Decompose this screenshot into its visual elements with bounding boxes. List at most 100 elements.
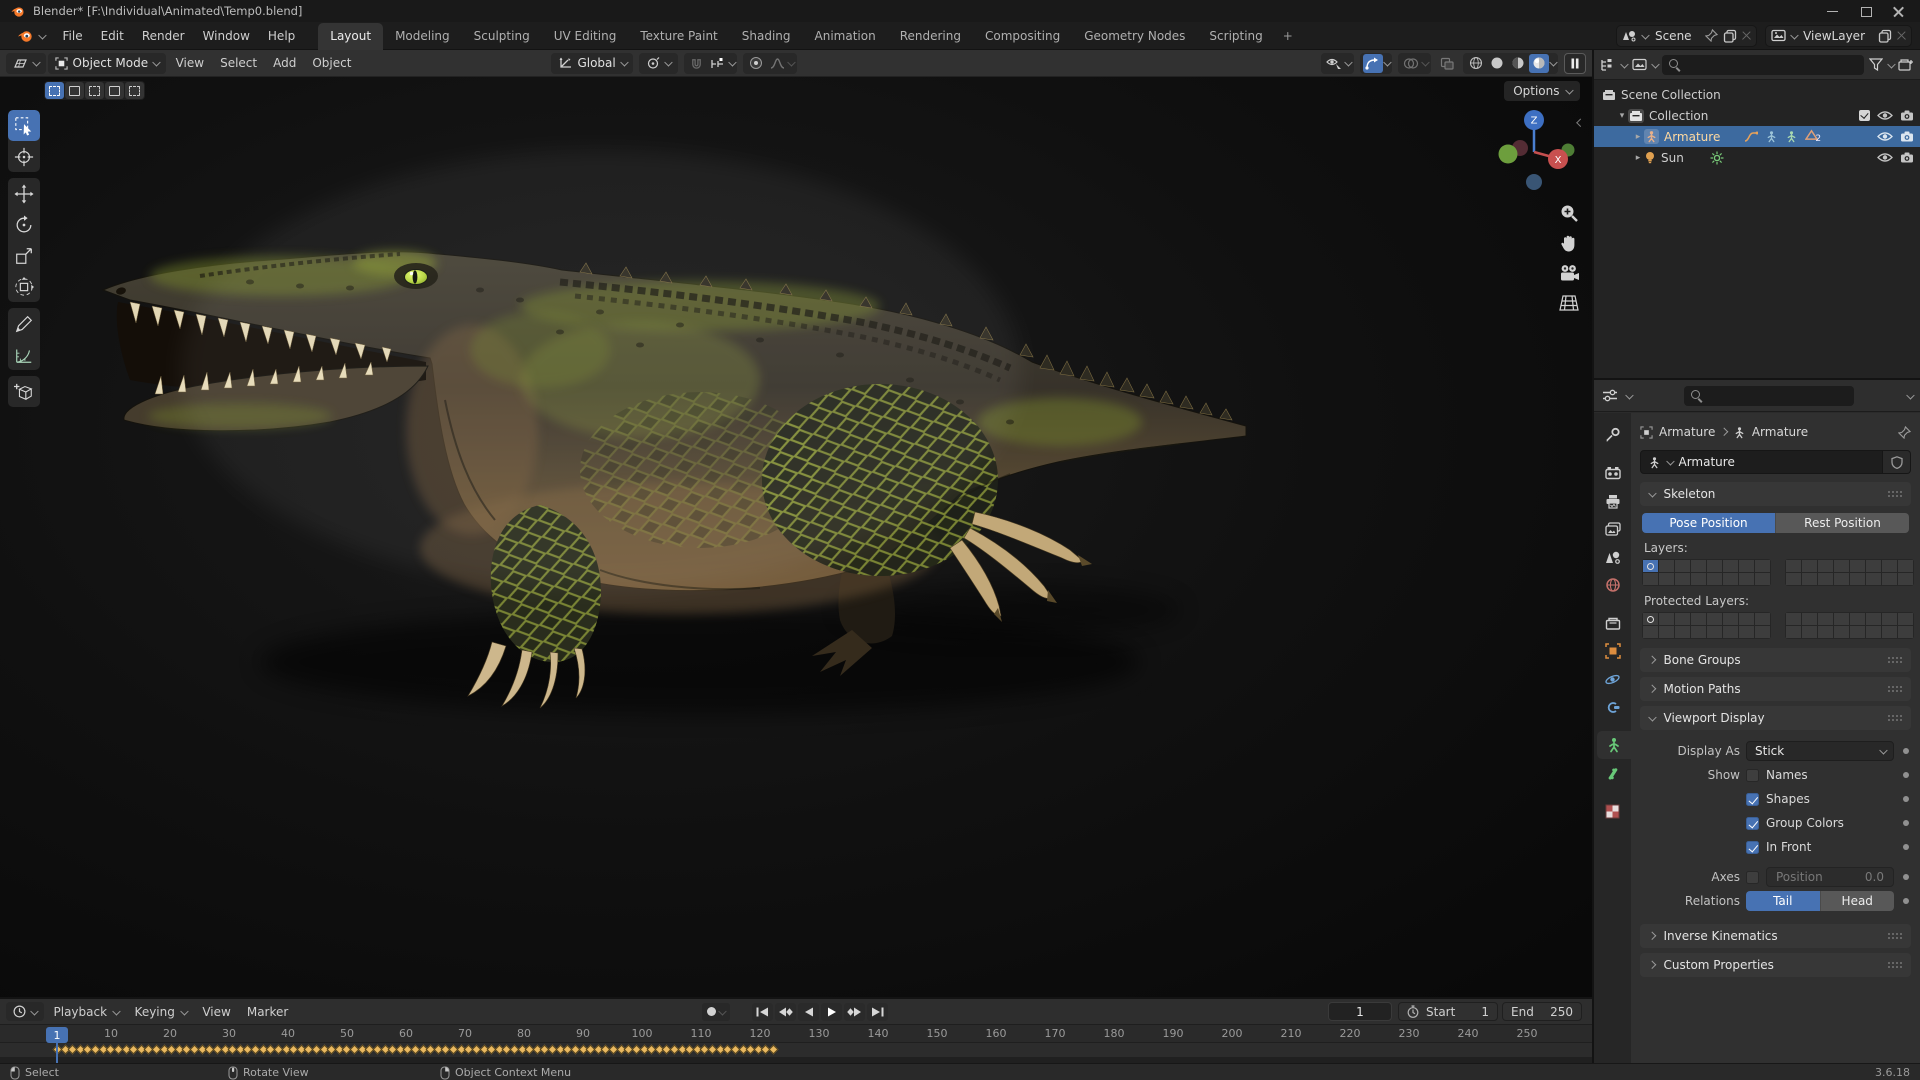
armature-layer-cell[interactable]	[1723, 573, 1738, 585]
new-scene-icon[interactable]	[1723, 29, 1737, 43]
armature-layer-cell[interactable]	[1818, 626, 1833, 638]
armature-layer-cell[interactable]	[1691, 626, 1706, 638]
tool-measure[interactable]	[8, 339, 40, 370]
outliner-search[interactable]	[1662, 54, 1864, 75]
display-as-dropdown[interactable]: Stick	[1746, 741, 1894, 761]
workspace-tab-rendering[interactable]: Rendering	[888, 23, 973, 50]
timeline-ruler[interactable]: 10 20 30 40 50 60 70 80 90 100 110 120 130 140 150 160 1…	[0, 1025, 1592, 1043]
camera-view-button[interactable]	[1556, 260, 1582, 286]
armature-layer-cell[interactable]	[1643, 573, 1658, 585]
pan-view-button[interactable]	[1556, 230, 1582, 256]
armature-layer-cell[interactable]	[1866, 626, 1881, 638]
collection-checkbox[interactable]	[1859, 110, 1870, 121]
armature-layer-cell[interactable]	[1707, 613, 1722, 625]
outliner-row-scene-collection[interactable]: Scene Collection	[1594, 84, 1920, 105]
pose-position-button[interactable]: Pose Position	[1642, 513, 1776, 533]
menubar-menu-help[interactable]: Help	[259, 25, 304, 47]
viewlayer-selector[interactable]: ViewLayer	[1764, 24, 1912, 47]
select-mode-intersect[interactable]	[125, 82, 144, 99]
jump-to-start-button[interactable]	[752, 1002, 773, 1021]
armature-layer-cell[interactable]	[1707, 626, 1722, 638]
tab-scene[interactable]	[1594, 543, 1631, 571]
play-button[interactable]	[821, 1002, 842, 1021]
filter-icon[interactable]	[1868, 58, 1883, 71]
tab-collection[interactable]	[1594, 609, 1631, 637]
relations-tail-button[interactable]: Tail	[1746, 891, 1821, 911]
panel-header-bone-groups[interactable]: Bone Groups	[1640, 648, 1911, 672]
frame-start-field[interactable]: Start 1	[1398, 1002, 1498, 1021]
armature-layer-cell[interactable]	[1882, 613, 1897, 625]
armature-layer-cell[interactable]	[1818, 613, 1833, 625]
viewport-menu-object[interactable]: Object	[304, 53, 359, 73]
new-collection-icon[interactable]	[1898, 58, 1914, 72]
animate-dot[interactable]	[1903, 772, 1909, 778]
proportional-editing-icon[interactable]	[746, 54, 766, 73]
armature-layer-cell[interactable]	[1739, 560, 1754, 572]
tab-bone[interactable]	[1594, 759, 1631, 787]
armature-layer-cell[interactable]	[1898, 626, 1913, 638]
playhead-line[interactable]	[56, 1043, 58, 1063]
armature-layer-cell[interactable]	[1786, 573, 1801, 585]
armature-layer-cell[interactable]	[1818, 573, 1833, 585]
armature-layer-cell[interactable]	[1834, 626, 1849, 638]
panel-header-custom-properties[interactable]: Custom Properties	[1640, 953, 1911, 977]
camera-icon[interactable]	[1900, 131, 1914, 142]
armature-layer-cell[interactable]	[1786, 613, 1801, 625]
panel-header-motion-paths[interactable]: Motion Paths	[1640, 677, 1911, 701]
tool-move[interactable]	[8, 178, 40, 209]
workspace-tab-texture-paint[interactable]: Texture Paint	[628, 23, 729, 50]
animate-dot[interactable]	[1903, 898, 1909, 904]
maximize-button[interactable]	[1860, 6, 1872, 17]
minimize-button[interactable]	[1827, 6, 1838, 17]
armature-layer-cell[interactable]	[1802, 573, 1817, 585]
armature-layer-cell[interactable]	[1659, 560, 1674, 572]
current-frame-field[interactable]: 1	[1328, 1002, 1392, 1021]
shading-wireframe-toggle[interactable]	[1466, 54, 1486, 73]
outliner-row-collection[interactable]: ▾ Collection	[1594, 105, 1920, 126]
overlays-toggle[interactable]	[1401, 54, 1421, 73]
auto-keying-button[interactable]	[702, 1002, 730, 1021]
previous-keyframe-button[interactable]	[775, 1002, 796, 1021]
checkbox-shapes[interactable]	[1746, 792, 1759, 806]
workspace-tab-compositing[interactable]: Compositing	[973, 23, 1072, 50]
viewport-menu-add[interactable]: Add	[265, 53, 304, 73]
viewport-menu-select[interactable]: Select	[212, 53, 265, 73]
checkbox-names[interactable]	[1746, 768, 1759, 782]
armature-layer-cell[interactable]	[1723, 613, 1738, 625]
armature-layer-cell[interactable]	[1675, 560, 1690, 572]
armature-layer-cell[interactable]	[1691, 613, 1706, 625]
axes-position-slider[interactable]: Position 0.0	[1766, 867, 1894, 887]
armature-layer-cell[interactable]	[1866, 613, 1881, 625]
fake-user-button[interactable]	[1883, 450, 1911, 474]
tool-annotate[interactable]	[8, 308, 40, 339]
workspace-tab-shading[interactable]: Shading	[730, 23, 803, 50]
panel-header-skeleton[interactable]: Skeleton	[1640, 482, 1911, 506]
falloff-curve-icon[interactable]	[767, 54, 787, 73]
unlink-scene-icon[interactable]	[1742, 31, 1751, 40]
workspace-add-button[interactable]: +	[1275, 23, 1301, 50]
tab-view-layer[interactable]	[1594, 515, 1631, 543]
armature-layer-cell[interactable]	[1850, 560, 1865, 572]
zoom-view-button[interactable]	[1556, 200, 1582, 226]
animate-dot[interactable]	[1903, 820, 1909, 826]
viewport-canvas[interactable]	[0, 50, 1592, 997]
disclosure-triangle-icon[interactable]: ▸	[1632, 153, 1644, 163]
armature-layer-cell[interactable]	[1818, 560, 1833, 572]
shading-rendered-toggle[interactable]	[1528, 53, 1549, 73]
tool-select-box[interactable]	[8, 110, 40, 141]
armature-layer-cell[interactable]	[1866, 560, 1881, 572]
menubar-menu-file[interactable]: File	[54, 25, 92, 47]
tab-object-data-armature[interactable]	[1597, 731, 1631, 759]
tool-rotate[interactable]	[8, 209, 40, 240]
armature-layer-cell[interactable]	[1739, 626, 1754, 638]
armature-layer-cell[interactable]	[1643, 613, 1658, 625]
menubar-menu-edit[interactable]: Edit	[92, 25, 133, 47]
workspace-tab-geometry-nodes[interactable]: Geometry Nodes	[1072, 23, 1197, 50]
jump-to-end-button[interactable]	[867, 1002, 888, 1021]
workspace-tab-scripting[interactable]: Scripting	[1197, 23, 1274, 50]
editor-type-button[interactable]	[6, 52, 46, 74]
visibility-dropdown[interactable]	[1321, 52, 1354, 74]
armature-layer-cell[interactable]	[1675, 573, 1690, 585]
drag-grip-icon[interactable]	[1887, 714, 1902, 722]
timeline-menu-playback[interactable]: Playback	[46, 1002, 127, 1022]
